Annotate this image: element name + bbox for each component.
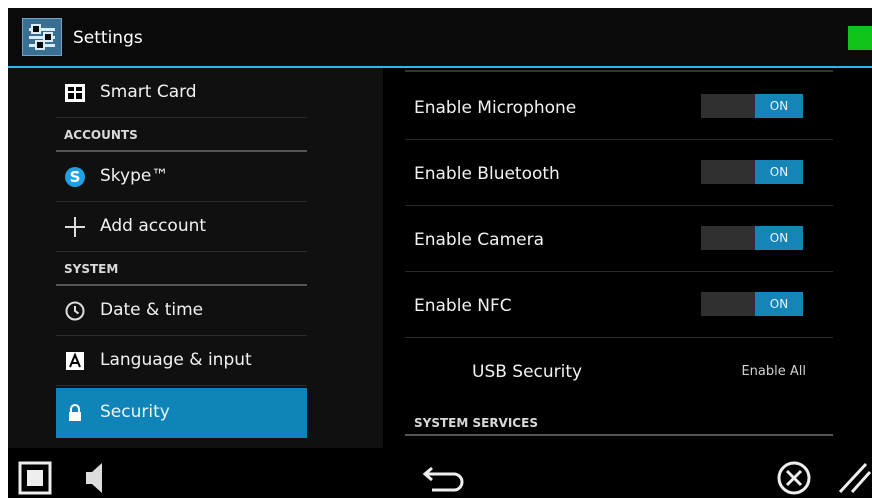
sidebar-header-accounts: ACCOUNTS [56,118,307,152]
plus-icon [64,216,86,238]
clock-icon [64,300,86,322]
toggle-row-microphone[interactable]: Enable Microphone ON [405,74,833,140]
bluetooth-switch[interactable]: ON [701,160,803,184]
toggle-label: Enable Camera [414,230,545,250]
settings-sidebar: Smart Card ACCOUNTS S Skype™ Add account… [8,68,383,448]
sidebar-item-label: Security [100,402,170,422]
toggle-row-camera[interactable]: Enable Camera ON [405,206,833,272]
security-settings-pane: Enable Microphone ON Enable Bluetooth ON… [383,68,872,448]
divider [405,70,833,72]
settings-app-icon[interactable] [22,18,62,56]
sidebar-item-smart-card[interactable]: Smart Card [56,68,307,118]
section-header-system-services: SYSTEM SERVICES [405,402,833,436]
switch-on-thumb: ON [755,160,803,184]
resize-icon[interactable] [836,460,872,498]
section-header: SYSTEM [64,262,119,276]
microphone-switch[interactable]: ON [701,94,803,118]
status-indicator-icon [848,26,872,50]
sidebar-item-date-time[interactable]: Date & time [56,286,307,336]
sidebar-header-system: SYSTEM [56,252,307,286]
section-header: ACCOUNTS [64,128,138,142]
volume-icon[interactable] [82,460,106,498]
app-title: Settings [73,28,143,48]
switch-on-thumb: ON [755,226,803,250]
keyboard-icon [64,350,86,372]
android-screen: Settings Smart Card ACCOUNTS S Skype™ Ad… [8,8,872,498]
sidebar-item-add-account[interactable]: Add account [56,202,307,252]
lock-icon [64,402,86,424]
skype-icon: S [64,166,86,188]
navigation-bar [8,448,872,498]
toggle-label: Enable Bluetooth [414,164,560,184]
sidebar-item-security[interactable]: Security [56,388,307,438]
toggle-label: Enable NFC [414,296,512,316]
toggle-row-bluetooth[interactable]: Enable Bluetooth ON [405,140,833,206]
svg-text:S: S [70,168,81,186]
action-bar: Settings [8,8,872,66]
switch-on-thumb: ON [755,292,803,316]
close-circle-icon[interactable] [776,460,812,498]
camera-switch[interactable]: ON [701,226,803,250]
usb-security-row[interactable]: USB Security Enable All [405,344,833,402]
back-icon[interactable] [422,462,466,496]
toggle-row-nfc[interactable]: Enable NFC ON [405,272,833,338]
usb-security-label: USB Security [472,362,583,382]
sidebar-item-skype[interactable]: S Skype™ [56,152,307,202]
switch-on-thumb: ON [755,94,803,118]
square-icon[interactable] [18,461,52,498]
sidebar-item-label: Skype™ [100,166,169,186]
nfc-switch[interactable]: ON [701,292,803,316]
sidebar-item-label: Add account [100,216,207,236]
smart-card-icon [64,82,86,104]
sidebar-item-language-input[interactable]: Language & input [56,336,307,386]
sidebar-item-label: Date & time [100,300,204,320]
section-header: SYSTEM SERVICES [414,416,538,430]
usb-security-value: Enable All [741,364,806,379]
sidebar-item-label: Language & input [100,350,252,370]
sidebar-item-label: Smart Card [100,82,197,102]
toggle-label: Enable Microphone [414,98,577,118]
